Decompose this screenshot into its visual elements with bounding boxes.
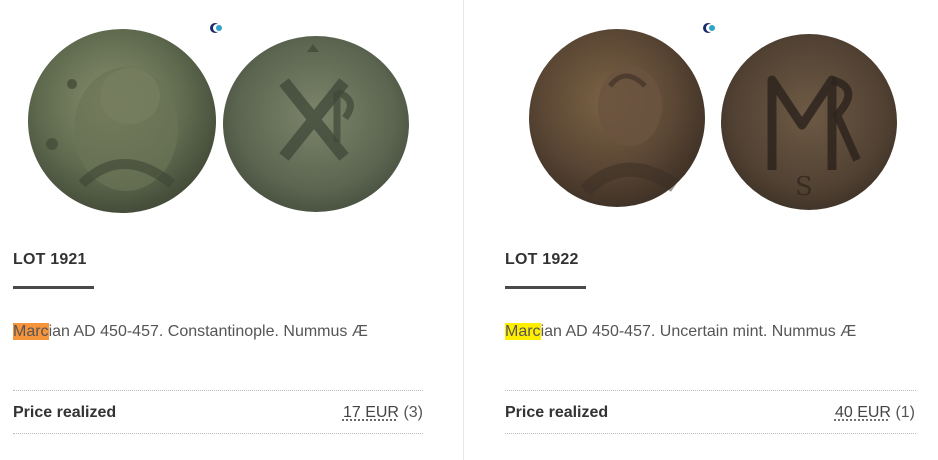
lot-image-1921[interactable] bbox=[13, 18, 423, 218]
search-highlight: Marc bbox=[505, 323, 541, 340]
lot-title-underline bbox=[13, 286, 94, 289]
price-realized-value: 40 EUR (1) bbox=[835, 404, 915, 422]
price-divider-bottom bbox=[505, 433, 916, 434]
column-divider bbox=[463, 0, 464, 460]
lot-description[interactable]: Marcian AD 450-457. Constantinople. Numm… bbox=[13, 323, 368, 341]
price-amount[interactable]: 17 EUR bbox=[343, 404, 399, 421]
description-text: ian AD 450-457. Constantinople. Nummus Æ bbox=[48, 323, 368, 340]
lot-description[interactable]: Marcian AD 450-457. Uncertain mint. Numm… bbox=[505, 323, 856, 341]
price-divider-top bbox=[13, 390, 423, 391]
lot-card-1922[interactable]: S LOT 1922 Marcian AD 450-457. Uncertain… bbox=[492, 0, 938, 460]
price-amount[interactable]: 40 EUR bbox=[835, 404, 891, 421]
coin-obverse-image bbox=[28, 29, 216, 213]
lot-grid: LOT 1921 Marcian AD 450-457. Constantino… bbox=[0, 0, 938, 460]
bid-count: (3) bbox=[403, 404, 423, 421]
svg-text:S: S bbox=[795, 172, 813, 202]
logo-icon bbox=[703, 23, 715, 33]
coin-obverse-image bbox=[529, 29, 705, 207]
lot-number[interactable]: LOT 1921 bbox=[13, 251, 87, 269]
price-realized-value: 17 EUR (3) bbox=[343, 404, 423, 422]
price-divider-top bbox=[505, 390, 916, 391]
coin-reverse-image: S bbox=[721, 34, 897, 210]
search-highlight: Marc bbox=[13, 323, 49, 340]
price-realized-label: Price realized bbox=[13, 404, 117, 421]
coin-reverse-image bbox=[223, 36, 409, 212]
price-divider-bottom bbox=[13, 433, 423, 434]
lot-image-1922[interactable]: S bbox=[505, 18, 917, 218]
bid-count: (1) bbox=[895, 404, 915, 421]
lot-card-1921[interactable]: LOT 1921 Marcian AD 450-457. Constantino… bbox=[0, 0, 463, 460]
logo-icon bbox=[210, 23, 222, 33]
description-text: ian AD 450-457. Uncertain mint. Nummus Æ bbox=[540, 323, 857, 340]
price-realized-label: Price realized bbox=[505, 404, 609, 421]
lot-number[interactable]: LOT 1922 bbox=[505, 251, 579, 269]
lot-title-underline bbox=[505, 286, 586, 289]
